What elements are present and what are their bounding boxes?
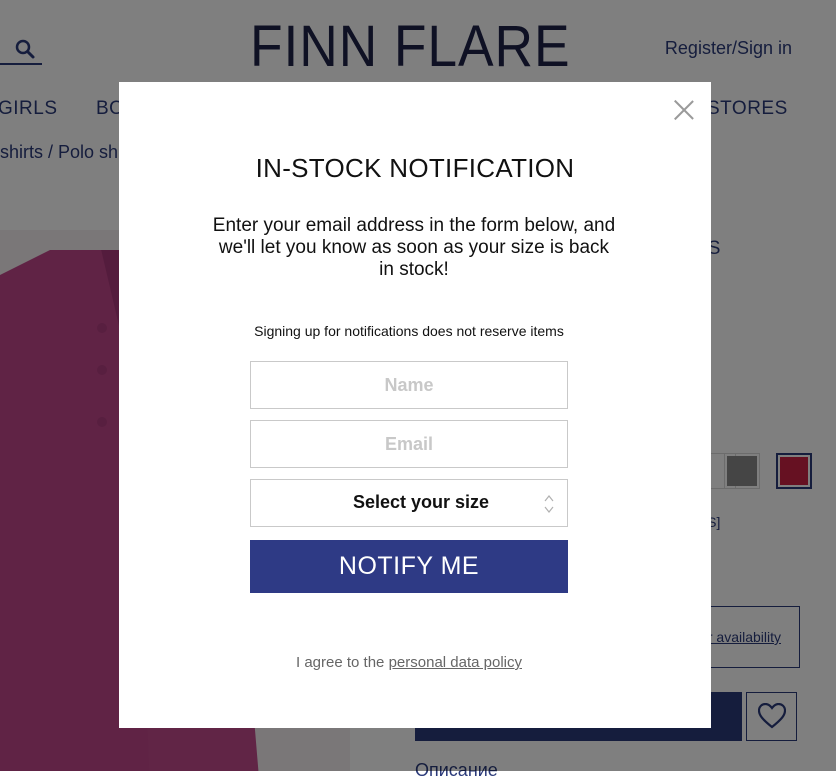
select-arrows-icon: [544, 495, 554, 513]
agree-text: I agree to the personal data policy: [119, 654, 699, 671]
size-select-label: Select your size: [352, 492, 490, 512]
notify-me-button[interactable]: NOTIFY ME: [250, 540, 568, 593]
email-input[interactable]: [250, 420, 568, 468]
name-input[interactable]: [250, 361, 568, 409]
close-icon[interactable]: [674, 100, 694, 120]
in-stock-notification-modal: IN-STOCK NOTIFICATION Enter your email a…: [119, 82, 711, 728]
agree-prefix: I agree to the: [296, 654, 389, 671]
modal-description: Enter your email address in the form bel…: [212, 215, 616, 280]
modal-note: Signing up for notifications does not re…: [254, 323, 564, 339]
modal-title: IN-STOCK NOTIFICATION: [255, 153, 575, 183]
size-select[interactable]: Select your size: [250, 479, 568, 527]
personal-data-policy-link[interactable]: personal data policy: [389, 654, 522, 671]
